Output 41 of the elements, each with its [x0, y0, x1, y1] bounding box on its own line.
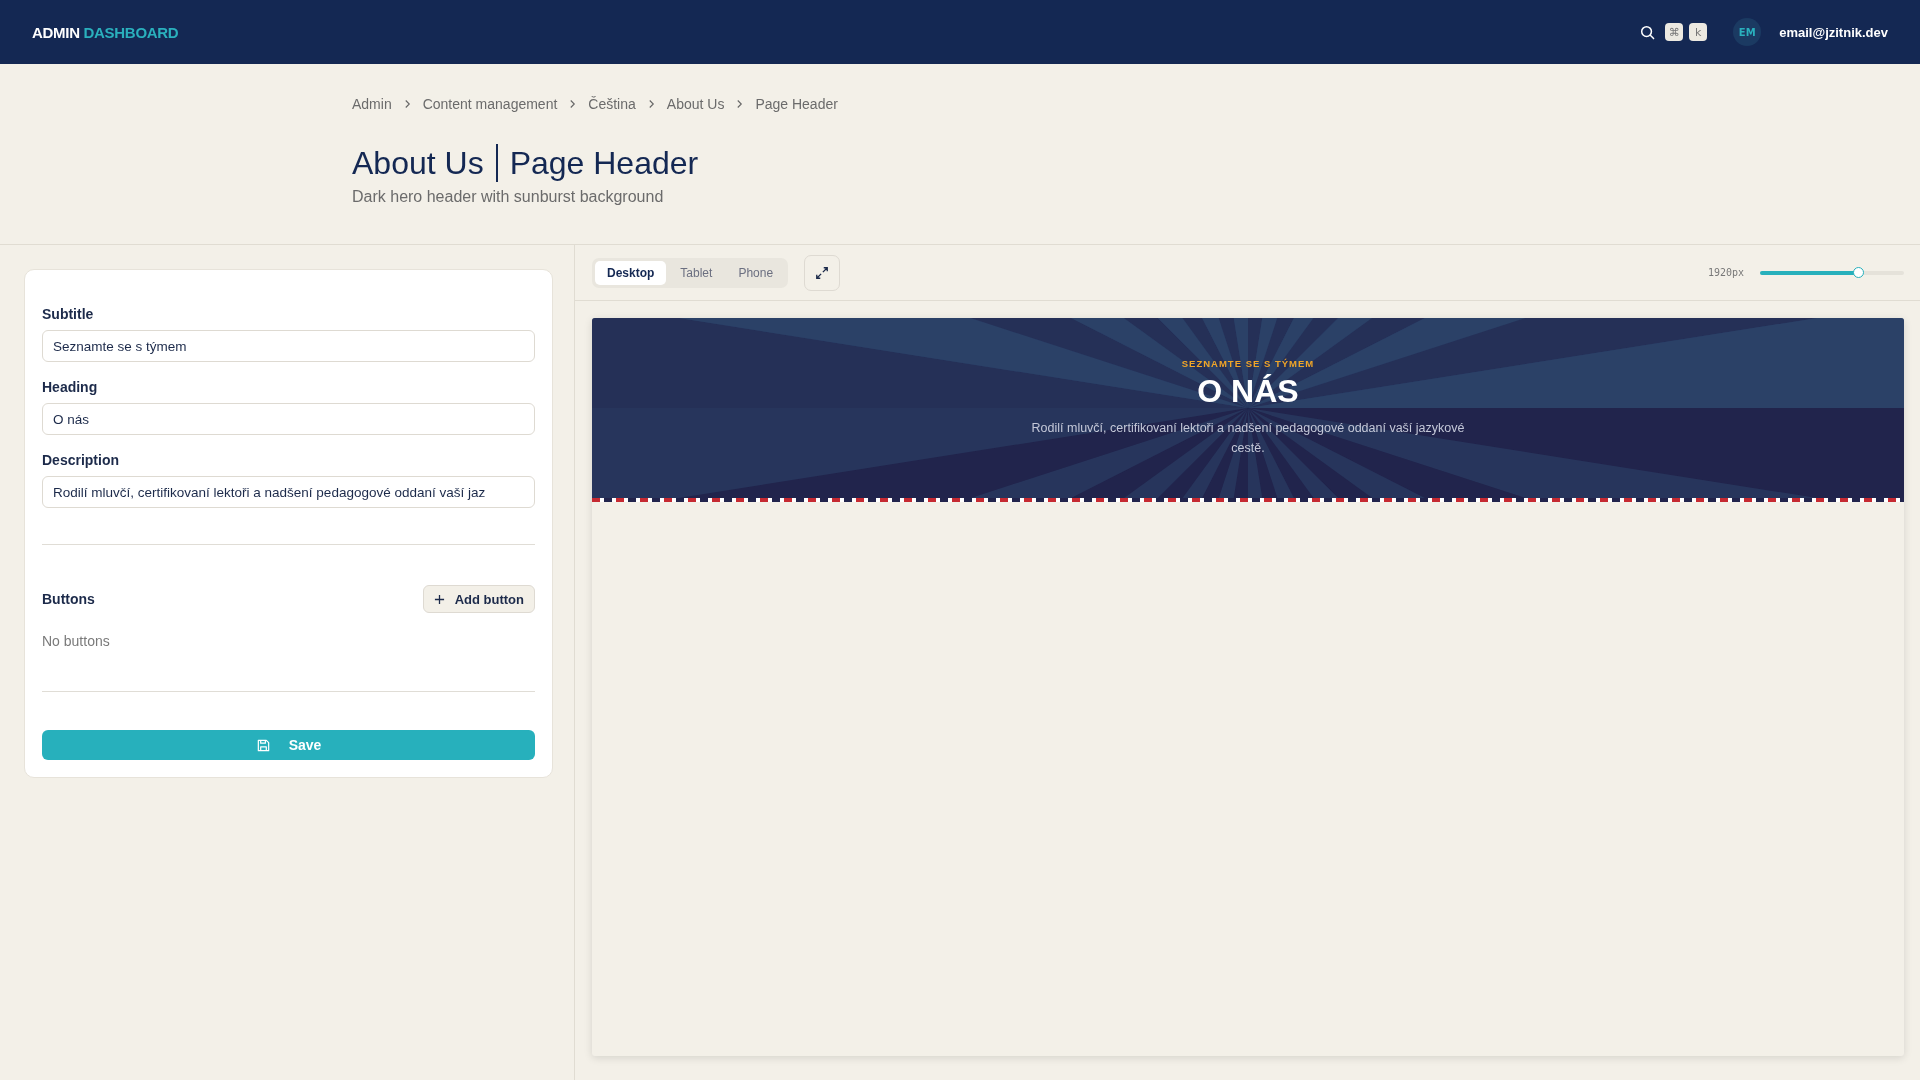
empty-message: No buttons [42, 633, 111, 649]
title-divider [495, 144, 498, 182]
fullscreen-button[interactable] [804, 254, 841, 291]
chevron-right-icon [569, 99, 577, 109]
device-tab[interactable]: Desktop [595, 260, 667, 285]
shortcut-key: ⌘ [1665, 23, 1684, 41]
field-label: Description [42, 452, 120, 468]
expand-arrows-icon [815, 265, 830, 280]
field-label: Subtitle [42, 306, 95, 322]
input-field[interactable]: Seznamte se s týmem [42, 330, 535, 362]
breadcrumb-link[interactable]: Admin [352, 96, 392, 112]
width-reading: 1920px [1707, 267, 1744, 278]
add-button[interactable]: Add button [422, 585, 535, 613]
breadcrumb-link[interactable]: Čeština [588, 96, 636, 112]
breadcrumb-link[interactable]: About Us [666, 96, 725, 112]
slider-thumb[interactable] [1853, 266, 1865, 278]
chevron-right-icon [647, 99, 655, 109]
device-tab[interactable]: Tablet [668, 260, 725, 285]
hero-heading: O NÁS [1196, 373, 1300, 410]
width-slider[interactable] [1760, 270, 1904, 275]
search-icon[interactable] [1640, 24, 1656, 40]
input-field[interactable]: O nás [42, 403, 535, 435]
chevron-right-icon [403, 99, 411, 109]
page-subtitle-heading: Page Header [509, 144, 699, 182]
field-label: Heading [42, 379, 99, 395]
chevron-right-icon [736, 99, 744, 109]
brand-logo[interactable]: ADMIN DASHBOARD [32, 23, 179, 41]
breadcrumb-link[interactable]: Content management [422, 96, 558, 112]
page-title: About Us [352, 144, 484, 182]
section-label: Buttons [42, 591, 95, 607]
hero-eyebrow: SEZNAMTE SE S TÝMEM [1180, 358, 1316, 369]
input-field[interactable]: Rodilí mluvčí, certifikovaní lektoři a nadšení pedagogové oddaní vaší jaz [42, 476, 535, 508]
breadcrumb-link[interactable]: Page Header [755, 96, 838, 112]
plus-icon [433, 593, 445, 605]
shortcut-key: k [1689, 23, 1708, 41]
user-email[interactable]: email@jzitnik.dev [1779, 24, 1888, 40]
user-avatar[interactable]: EM [1733, 18, 1762, 46]
save-button[interactable]: Save [42, 730, 535, 760]
page-description: Dark hero header with sunburst background [352, 188, 665, 206]
hero-description: Rodilí mluvčí, certifikovaní lektoři a nadšení pedagogové oddaní vaší jazykové cestě. [1030, 420, 1466, 457]
device-tab[interactable]: Phone [726, 260, 786, 285]
